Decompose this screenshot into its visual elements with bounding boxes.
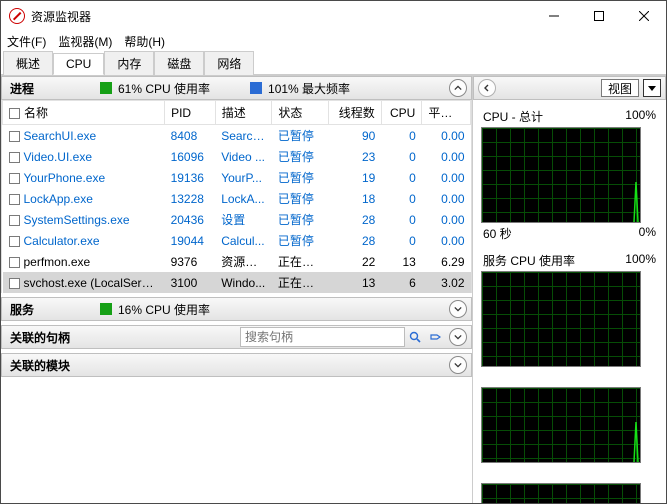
main-scroll[interactable]: 进程 61% CPU 使用率 101% 最大频率 名称 PID 描述 状态 <box>1 76 472 503</box>
process-table: 名称 PID 描述 状态 线程数 CPU 平均 C... SearchUI.ex… <box>2 100 471 293</box>
minimize-button[interactable] <box>531 1 576 31</box>
row-checkbox[interactable] <box>9 152 20 163</box>
max-freq-text: 101% 最大频率 <box>268 80 350 97</box>
col-status[interactable]: 状态 <box>272 101 329 125</box>
expand-handles-icon[interactable] <box>449 328 467 346</box>
body: 进程 61% CPU 使用率 101% 最大频率 名称 PID 描述 状态 <box>1 75 666 503</box>
window-title: 资源监视器 <box>31 8 531 25</box>
tab-memory[interactable]: 内存 <box>104 51 154 75</box>
chart-svc-cpu: 服务 CPU 使用率 100% <box>481 250 658 367</box>
chart-extra-1-canvas <box>481 387 641 463</box>
cpu-usage-text: 61% CPU 使用率 <box>118 80 210 97</box>
cpu-usage-icon <box>100 82 112 94</box>
menu-help[interactable]: 帮助(H) <box>124 33 165 50</box>
col-name[interactable]: 名称 <box>3 101 165 125</box>
row-checkbox[interactable] <box>9 173 20 184</box>
chart-min-label: 0% <box>639 225 656 242</box>
svc-cpu-icon <box>100 303 112 315</box>
main-pane: 进程 61% CPU 使用率 101% 最大频率 名称 PID 描述 状态 <box>1 76 473 503</box>
table-row[interactable]: SearchUI.exe8408Search...已暂停9000.00 <box>3 125 471 147</box>
chart-svc-max: 100% <box>625 252 656 269</box>
row-checkbox[interactable] <box>9 257 20 268</box>
row-checkbox[interactable] <box>9 131 20 142</box>
clear-search-icon[interactable] <box>425 327 445 347</box>
section-modules-header[interactable]: 关联的模块 <box>1 353 472 377</box>
menu-monitor[interactable]: 监视器(M) <box>58 33 112 50</box>
select-all-checkbox[interactable] <box>9 108 20 119</box>
menu-file[interactable]: 文件(F) <box>7 33 46 50</box>
chart-cpu-total-title: CPU - 总计 <box>483 108 543 125</box>
table-row[interactable]: perfmon.exe9376资源和...正在运行22136.29 <box>3 251 471 272</box>
window: 资源监视器 文件(F) 监视器(M) 帮助(H) 概述 CPU 内存 磁盘 网络… <box>0 0 667 504</box>
chart-extra-1 <box>481 373 658 463</box>
col-threads[interactable]: 线程数 <box>329 101 382 125</box>
views-dropdown-arrow[interactable] <box>643 79 661 97</box>
charts-scroll[interactable]: CPU - 总计 100% 60 秒 0% 服务 CPU 使用率 100% <box>473 100 666 503</box>
svc-cpu-text: 16% CPU 使用率 <box>118 301 210 318</box>
tab-cpu[interactable]: CPU <box>53 53 104 75</box>
expand-services-icon[interactable] <box>449 300 467 318</box>
table-row[interactable]: LockApp.exe13228LockA...已暂停1800.00 <box>3 188 471 209</box>
collapse-processes-icon[interactable] <box>449 79 467 97</box>
close-button[interactable] <box>621 1 666 31</box>
col-avg[interactable]: 平均 C... <box>422 101 471 125</box>
chart-time-label: 60 秒 <box>483 225 512 242</box>
section-services-header[interactable]: 服务 16% CPU 使用率 <box>1 297 472 321</box>
search-icon[interactable] <box>405 327 425 347</box>
right-toolbar: 视图 <box>473 76 666 100</box>
col-desc[interactable]: 描述 <box>215 101 272 125</box>
row-checkbox[interactable] <box>9 194 20 205</box>
table-row[interactable]: Calculator.exe19044Calcul...已暂停2800.00 <box>3 230 471 251</box>
chart-extra-2 <box>481 469 658 503</box>
chart-extra-2-canvas <box>481 483 641 503</box>
row-checkbox[interactable] <box>9 215 20 226</box>
tab-disk[interactable]: 磁盘 <box>154 51 204 75</box>
chart-cpu-total: CPU - 总计 100% 60 秒 0% <box>481 106 658 244</box>
col-cpu[interactable]: CPU <box>381 101 422 125</box>
max-freq-icon <box>250 82 262 94</box>
right-pane: 视图 CPU - 总计 100% 60 秒 0% <box>473 76 666 503</box>
views-dropdown[interactable]: 视图 <box>601 79 639 97</box>
row-checkbox[interactable] <box>9 236 20 247</box>
section-modules-label: 关联的模块 <box>10 357 100 374</box>
nav-prev-icon[interactable] <box>478 79 496 97</box>
tab-overview[interactable]: 概述 <box>3 51 53 75</box>
table-row[interactable]: Video.UI.exe16096Video ...已暂停2300.00 <box>3 146 471 167</box>
tabstrip: 概述 CPU 内存 磁盘 网络 <box>1 51 666 75</box>
section-handles-header[interactable]: 关联的句柄 <box>1 325 472 349</box>
chart-cpu-total-canvas <box>481 127 641 223</box>
chart-svc-canvas <box>481 271 641 367</box>
row-checkbox[interactable] <box>9 278 20 289</box>
expand-modules-icon[interactable] <box>449 356 467 374</box>
process-table-wrap: 名称 PID 描述 状态 线程数 CPU 平均 C... SearchUI.ex… <box>1 100 472 293</box>
table-row[interactable]: SystemSettings.exe20436设置已暂停2800.00 <box>3 209 471 230</box>
chart-cpu-total-max: 100% <box>625 108 656 125</box>
menubar: 文件(F) 监视器(M) 帮助(H) <box>1 31 666 51</box>
col-pid[interactable]: PID <box>165 101 216 125</box>
app-icon <box>9 8 25 24</box>
titlebar: 资源监视器 <box>1 1 666 31</box>
section-services-label: 服务 <box>10 301 100 318</box>
search-handles-input[interactable] <box>240 327 405 347</box>
tab-network[interactable]: 网络 <box>204 51 254 75</box>
table-row[interactable]: YourPhone.exe19136YourP...已暂停1900.00 <box>3 167 471 188</box>
chart-svc-title: 服务 CPU 使用率 <box>483 252 575 269</box>
table-row[interactable]: svchost.exe (LocalServiceN...3100Windo..… <box>3 272 471 293</box>
section-processes-label: 进程 <box>10 80 100 97</box>
maximize-button[interactable] <box>576 1 621 31</box>
section-handles-label: 关联的句柄 <box>10 329 240 346</box>
section-processes-header[interactable]: 进程 61% CPU 使用率 101% 最大频率 <box>1 76 472 100</box>
